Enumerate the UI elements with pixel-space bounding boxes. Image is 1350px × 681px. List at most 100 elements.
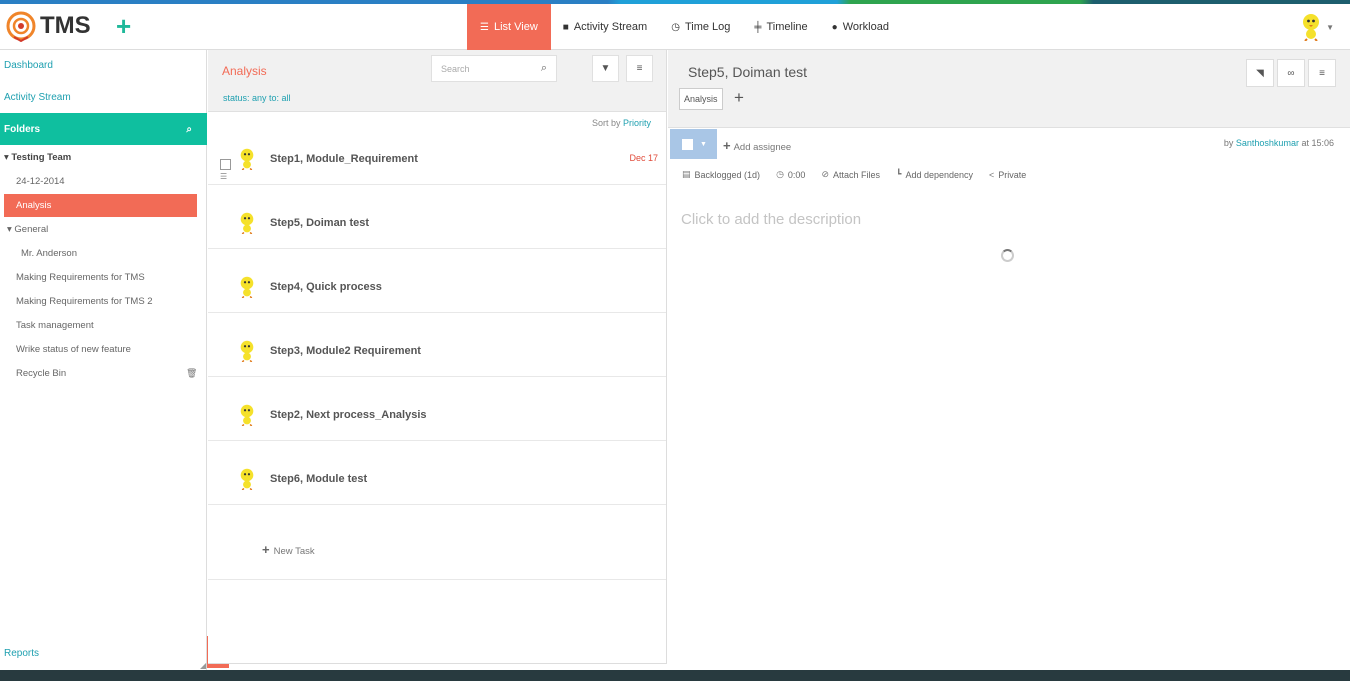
time-tracker[interactable]: ◷ 0:00 (776, 169, 805, 180)
user-icon: ● (831, 21, 838, 33)
folder-making-requirements-tms-2[interactable]: Making Requirements for TMS 2 (16, 296, 153, 307)
task-name[interactable]: Step3, Module2 Requirement (270, 345, 421, 357)
assignee-avatar (240, 212, 254, 234)
resize-handle-icon[interactable]: ◢ (200, 661, 206, 670)
top-navbar: TMS + ☰ List View ■ Activity Stream ◷ Time … (0, 4, 1350, 50)
task-row[interactable]: Step2, Next process_Analysis (208, 377, 666, 441)
task-detail-header: Step5, Doiman test Analysis + ◥ ∞ ≡ (668, 50, 1350, 128)
folder-mr-anderson[interactable]: Mr. Anderson (21, 248, 77, 259)
task-row[interactable]: Step3, Module2 Requirement (208, 313, 666, 377)
folder-testing-team[interactable]: ▾ Testing Team (4, 152, 71, 163)
link-button[interactable]: ∞ (1277, 59, 1305, 87)
description-editor[interactable]: Click to add the description (681, 211, 861, 228)
folder-tag[interactable]: Analysis (679, 88, 723, 110)
filter-summary[interactable]: status: any to: all (223, 93, 291, 103)
author-link[interactable]: Santhoshkumar (1236, 138, 1299, 148)
loading-spinner-icon (1001, 249, 1014, 262)
folder-wrike-status[interactable]: Wrike status of new feature (16, 344, 131, 355)
tab-workload[interactable]: ● Workload (820, 4, 901, 50)
sidebar-link-dashboard[interactable]: Dashboard (4, 60, 53, 71)
task-name[interactable]: Step2, Next process_Analysis (270, 409, 427, 421)
comment-icon: ■ (562, 21, 569, 33)
task-name[interactable]: Step5, Doiman test (270, 217, 369, 229)
filter-button[interactable]: ▼ (592, 55, 619, 82)
folder-recycle-bin[interactable]: Recycle Bin (16, 368, 66, 379)
list-menu-button[interactable]: ≡ (626, 55, 653, 82)
status-square-icon (682, 138, 693, 150)
task-name[interactable]: Step1, Module_Requirement (270, 153, 418, 165)
tab-timeline[interactable]: ╪ Timeline (742, 4, 819, 50)
task-name[interactable]: Step6, Module test (270, 473, 367, 485)
task-row[interactable]: ☰ Step1, Module_Requirement Dec 17 (208, 121, 666, 185)
status-action[interactable]: ▤ Backlogged (1d) (682, 169, 760, 180)
task-actions: ▤ Backlogged (1d) ◷ 0:00 ⊘ Attach Files ┗ Ad… (682, 169, 1042, 180)
sidebar: Dashboard Activity Stream Folders ⌕ ▾ Te… (0, 50, 207, 670)
search-input[interactable]: Search ⌕ (431, 55, 557, 82)
assignee-avatar (240, 468, 254, 490)
divider (208, 579, 666, 580)
avatar (1303, 14, 1320, 41)
task-due-date: Dec 17 (629, 153, 658, 163)
app-logo[interactable]: TMS (4, 10, 91, 42)
task-row[interactable]: Step6, Module test (208, 441, 666, 505)
share-icon: < (989, 169, 995, 180)
rss-icon: ◥ (1256, 67, 1264, 79)
status-dropdown[interactable]: ▼ (670, 129, 717, 159)
dependency-icon: ┗ (896, 169, 902, 179)
folders-header: Folders ⌕ (0, 113, 207, 145)
sidebar-link-activity-stream[interactable]: Activity Stream (4, 92, 71, 103)
link-icon: ∞ (1287, 67, 1295, 79)
bottom-bar (0, 670, 1350, 681)
sidebar-link-reports[interactable]: Reports (4, 648, 39, 659)
assignee-avatar (240, 340, 254, 362)
share-private-button[interactable]: < Private (989, 169, 1026, 180)
assignee-avatar (240, 148, 254, 170)
app-name: TMS (40, 12, 91, 39)
chevron-down-icon: ▼ (700, 140, 707, 148)
folder-24-12-2014[interactable]: 24-12-2014 (16, 176, 65, 187)
plus-icon: + (262, 542, 270, 557)
detail-menu-button[interactable]: ≡ (1308, 59, 1336, 87)
chevron-down-icon: ▼ (1326, 22, 1334, 32)
attach-files-button[interactable]: ⊘ Attach Files (821, 169, 880, 180)
clock-icon: ◷ (776, 169, 784, 179)
quick-add-button[interactable]: + (116, 12, 131, 40)
folder-general[interactable]: ▾ General (7, 224, 48, 235)
plus-icon: + (723, 138, 731, 153)
add-dependency-button[interactable]: ┗ Add dependency (896, 169, 973, 180)
folder-making-requirements-tms[interactable]: Making Requirements for TMS (16, 272, 145, 283)
drag-handle-icon[interactable]: ☰ (220, 172, 227, 181)
task-detail-pane: Step5, Doiman test Analysis + ◥ ∞ ≡ ▼ + A… (668, 50, 1350, 670)
logo-emblem-icon (6, 11, 36, 42)
folder-title: Analysis (222, 64, 267, 78)
task-checkbox[interactable] (220, 159, 231, 170)
task-title[interactable]: Step5, Doiman test (688, 64, 807, 80)
menu-icon: ≡ (1319, 67, 1325, 79)
folder-analysis[interactable]: Analysis (4, 194, 197, 217)
trash-icon: 🗑 (186, 368, 198, 378)
tab-list-view[interactable]: ☰ List View (467, 4, 551, 50)
menu-icon: ≡ (636, 63, 643, 74)
list-icon: ☰ (480, 21, 489, 33)
task-list-header: Analysis Search ⌕ ▼ ≡ status: any to: al… (208, 50, 666, 112)
new-task-button[interactable]: + New Task (262, 542, 315, 557)
filter-icon: ▼ (600, 63, 611, 74)
sliders-icon: ╪ (754, 21, 762, 33)
clock-icon: ◷ (671, 21, 680, 33)
task-list-pane: Analysis Search ⌕ ▼ ≡ status: any to: al… (208, 50, 667, 664)
author-line: by Santhoshkumar at 15:06 (1223, 138, 1334, 148)
rss-button[interactable]: ◥ (1246, 59, 1274, 87)
add-assignee-button[interactable]: + Add assignee (723, 138, 791, 153)
paperclip-icon: ⊘ (821, 169, 829, 179)
assignee-avatar (240, 276, 254, 298)
calendar-icon: ▤ (682, 169, 691, 179)
add-folder-tag-button[interactable]: + (734, 88, 744, 108)
search-icon[interactable]: ⌕ (186, 124, 192, 135)
task-name[interactable]: Step4, Quick process (270, 281, 382, 293)
task-row[interactable]: Step4, Quick process (208, 249, 666, 313)
folder-task-management[interactable]: Task management (16, 320, 94, 331)
user-menu[interactable]: ▼ (1300, 13, 1334, 41)
tab-activity-stream[interactable]: ■ Activity Stream (551, 4, 659, 50)
tab-time-log[interactable]: ◷ Time Log (659, 4, 742, 50)
task-row[interactable]: Step5, Doiman test (208, 185, 666, 249)
